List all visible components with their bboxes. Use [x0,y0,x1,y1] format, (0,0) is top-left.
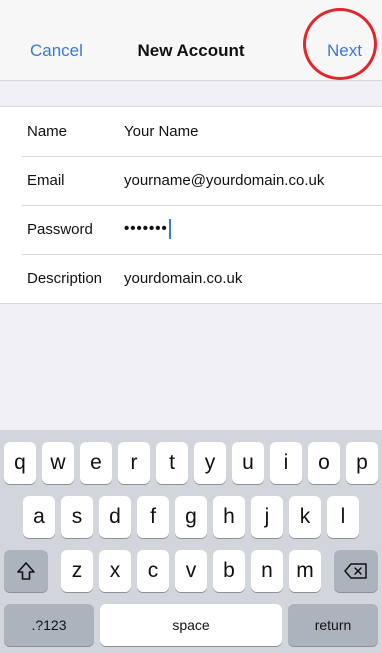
numbers-key[interactable]: .?123 [4,604,94,646]
shift-key[interactable] [4,550,48,592]
key-g[interactable]: g [175,496,207,538]
password-field[interactable]: ••••••• [124,219,171,239]
key-a[interactable]: a [23,496,55,538]
key-f[interactable]: f [137,496,169,538]
delete-key[interactable] [334,550,378,592]
key-s[interactable]: s [61,496,93,538]
description-label: Description [27,270,103,287]
account-form: Name Your Name Email yourname@yourdomain… [0,106,382,304]
password-row[interactable]: Password ••••••• [0,205,382,254]
key-j[interactable]: j [251,496,283,538]
password-dots: ••••••• [124,219,168,237]
space-key[interactable]: space [100,604,282,646]
backspace-icon [344,563,367,579]
shift-icon [17,562,35,580]
key-c[interactable]: c [137,550,169,592]
key-m[interactable]: m [289,550,321,592]
key-z[interactable]: z [61,550,93,592]
key-w[interactable]: w [42,442,74,484]
key-y[interactable]: y [194,442,226,484]
key-k[interactable]: k [289,496,321,538]
email-label: Email [27,172,65,189]
description-row[interactable]: Description yourdomain.co.uk [0,254,382,303]
key-q[interactable]: q [4,442,36,484]
key-o[interactable]: o [308,442,340,484]
key-i[interactable]: i [270,442,302,484]
key-p[interactable]: p [346,442,378,484]
highlight-circle [303,8,377,80]
text-caret [168,219,171,239]
key-x[interactable]: x [99,550,131,592]
key-e[interactable]: e [80,442,112,484]
name-field[interactable]: Your Name [124,123,199,140]
key-h[interactable]: h [213,496,245,538]
name-row[interactable]: Name Your Name [0,107,382,156]
email-field[interactable]: yourname@yourdomain.co.uk [124,172,324,189]
return-key[interactable]: return [288,604,378,646]
keyboard: q w e r t y u i o p a s d f g h j k l z … [0,430,382,653]
email-row[interactable]: Email yourname@yourdomain.co.uk [0,156,382,205]
password-label: Password [27,221,93,238]
key-t[interactable]: t [156,442,188,484]
description-field[interactable]: yourdomain.co.uk [124,270,242,287]
name-label: Name [27,123,68,140]
key-v[interactable]: v [175,550,207,592]
key-d[interactable]: d [99,496,131,538]
key-r[interactable]: r [118,442,150,484]
key-u[interactable]: u [232,442,264,484]
key-l[interactable]: l [327,496,359,538]
key-n[interactable]: n [251,550,283,592]
key-b[interactable]: b [213,550,245,592]
